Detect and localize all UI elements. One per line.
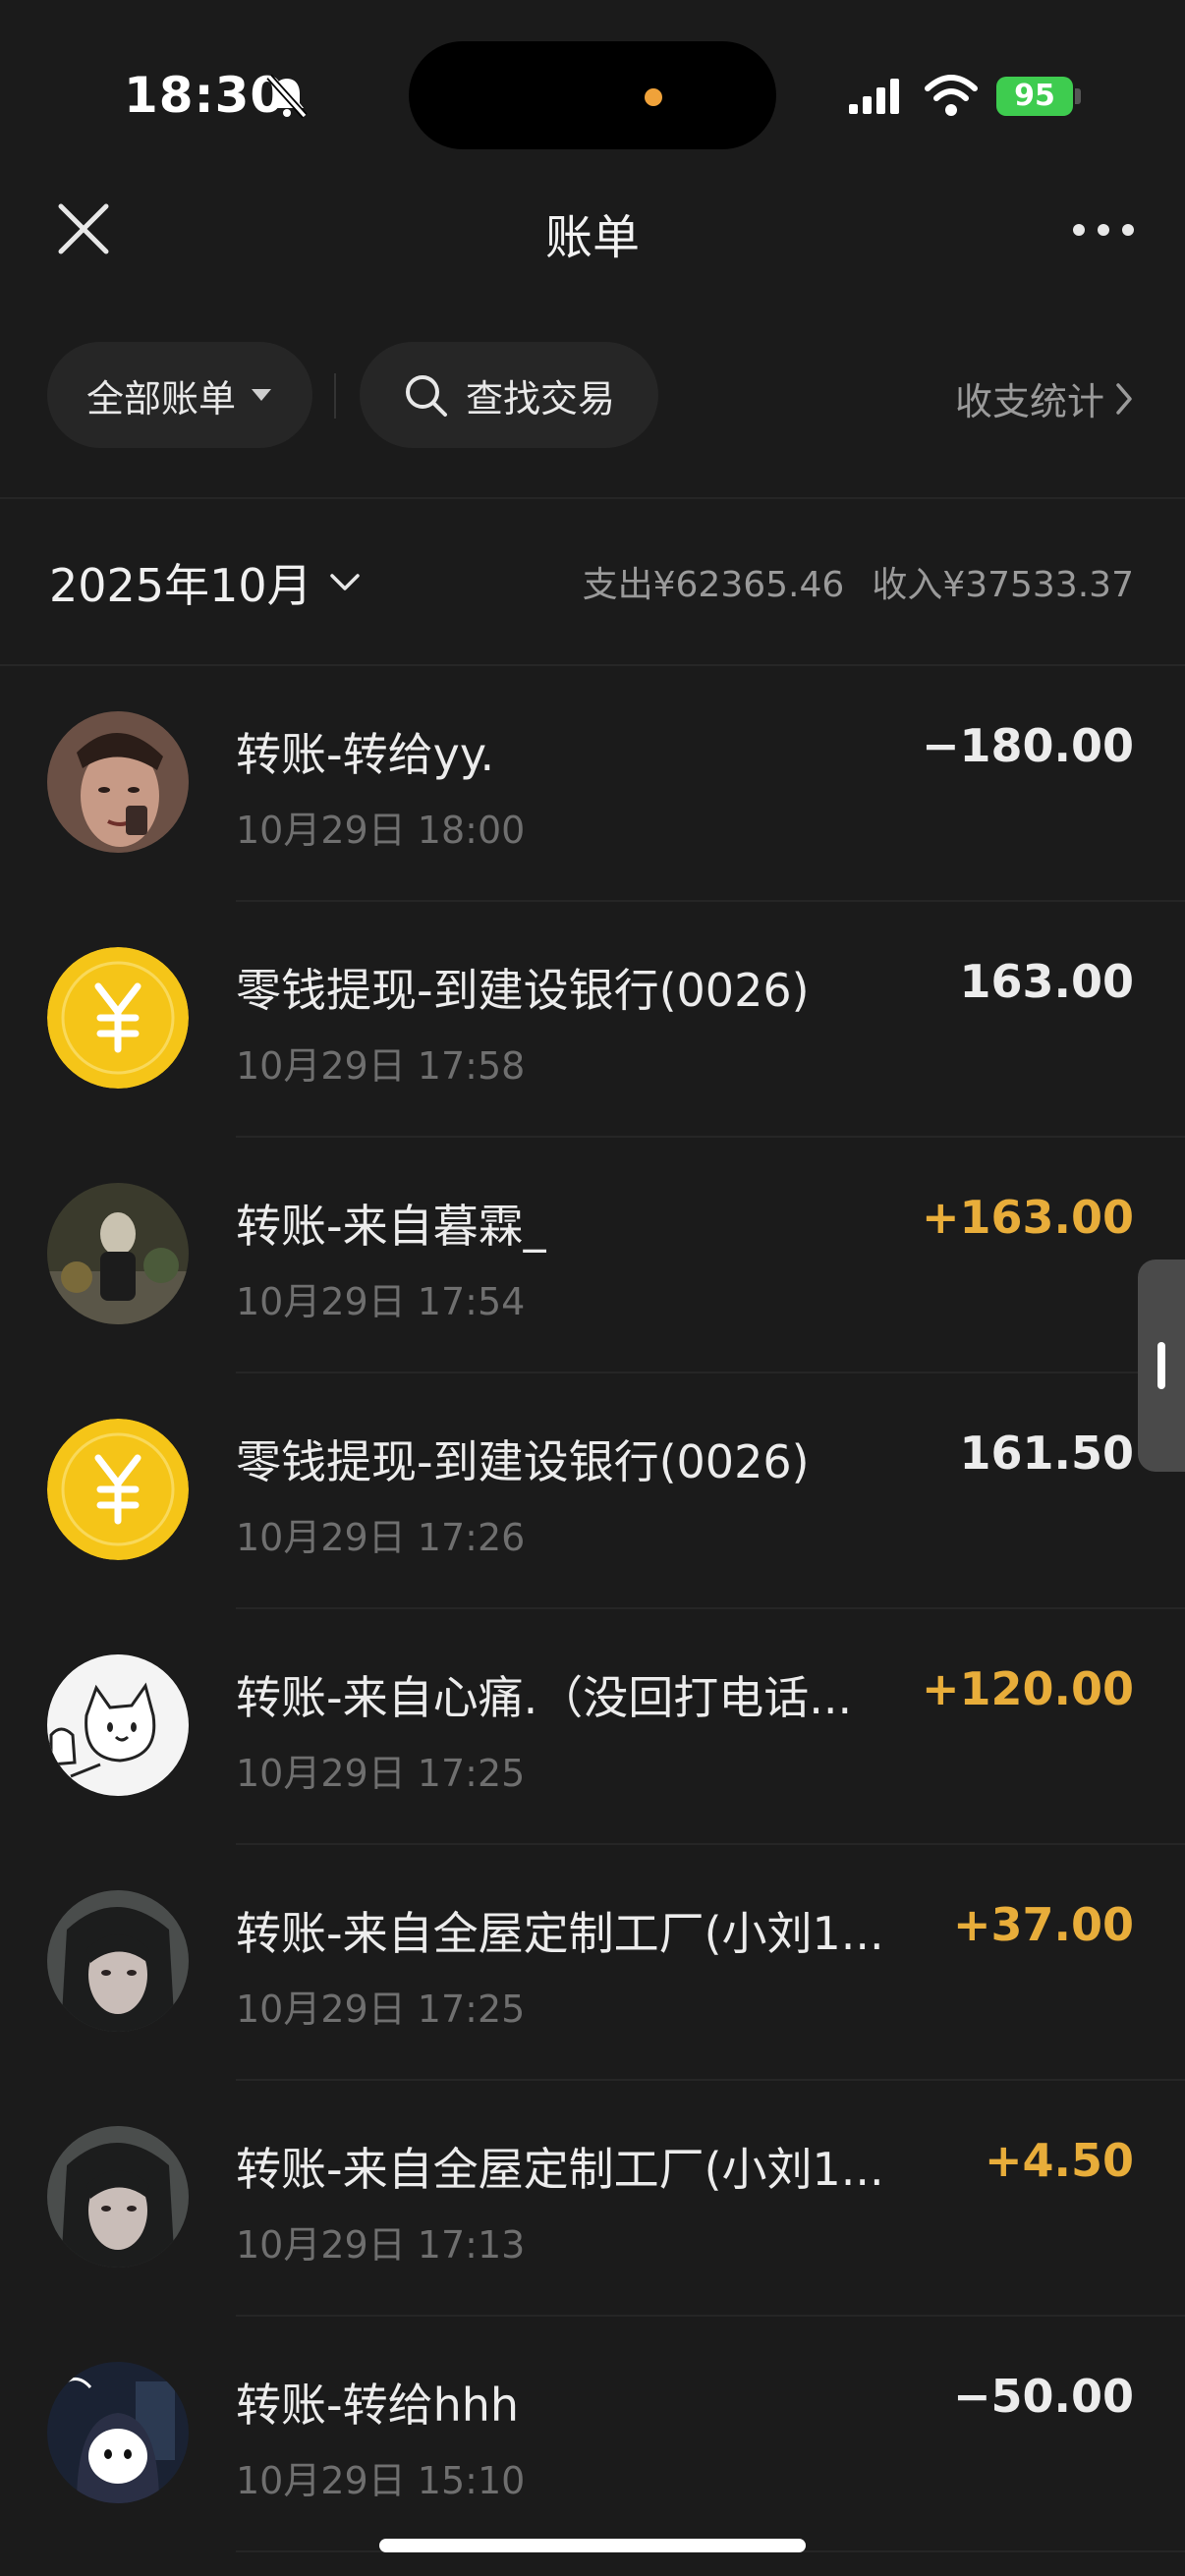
page-title: 账单 (544, 210, 640, 265)
month-expense-total: 支出¥62365.46 (582, 565, 845, 605)
more-options-icon[interactable] (1069, 220, 1138, 240)
filter-divider (334, 373, 336, 419)
transaction-row[interactable]: 转账-来自心痛.（没回打电话... 10月29日 17:25 +120.00 (0, 1609, 1185, 1845)
home-indicator[interactable] (379, 2539, 806, 2552)
bell-muted-icon (266, 74, 308, 119)
dynamic-island (409, 41, 776, 149)
transaction-date: 10月29日 17:25 (236, 1752, 526, 1795)
month-header: 2025年10月 支出¥62365.46 收入¥37533.37 (0, 499, 1185, 664)
transaction-title: 零钱提现-到建设银行(0026) (236, 1435, 810, 1488)
transaction-amount: +4.50 (984, 2134, 1134, 2187)
all-bills-label: 全部账单 (85, 376, 236, 420)
transaction-amount: +37.00 (952, 1898, 1134, 1951)
month-summary: 支出¥62365.46 收入¥37533.37 (583, 556, 1134, 607)
battery-nub (1075, 88, 1081, 104)
transaction-row[interactable]: 零钱提现-到建设银行(0026) 10月29日 17:58 163.00 (0, 902, 1185, 1138)
transaction-title: 转账-转给yy. (236, 728, 495, 781)
transaction-date: 10月29日 18:00 (236, 809, 526, 852)
mic-indicator-dot (645, 88, 662, 106)
floating-side-handle[interactable] (1138, 1260, 1185, 1472)
transaction-row[interactable]: 转账-转给hhh 10月29日 15:10 −50.00 (0, 2317, 1185, 2552)
transaction-amount: 161.50 (959, 1427, 1134, 1480)
transaction-row[interactable]: 转账-来自全屋定制工厂(小刘1... 10月29日 17:25 +37.00 (0, 1845, 1185, 2081)
yuan-coin-icon (47, 947, 189, 1089)
caret-down-icon (252, 389, 271, 401)
month-income-total: 收入¥37533.37 (872, 565, 1134, 605)
transaction-title: 转账-来自全屋定制工厂(小刘1... (236, 2143, 884, 2196)
month-label: 2025年10月 (49, 559, 312, 612)
transaction-row[interactable]: 零钱提现-到建设银行(0026) 10月29日 17:26 161.50 (0, 1373, 1185, 1609)
all-bills-filter-button[interactable]: 全部账单 (47, 342, 312, 448)
income-expense-stats-link[interactable]: 收支统计 (955, 371, 1134, 425)
transaction-date: 10月29日 17:13 (236, 2223, 526, 2267)
transaction-date: 10月29日 17:54 (236, 1280, 526, 1323)
transaction-amount: −180.00 (921, 719, 1134, 772)
photo-avatar (47, 711, 189, 853)
transaction-row[interactable]: 转账-来自暮霖_ 10月29日 17:54 +163.00 (0, 1138, 1185, 1373)
photo-avatar (47, 2126, 189, 2268)
stats-label: 收支统计 (954, 380, 1104, 423)
transaction-title: 转账-来自心痛.（没回打电话... (236, 1671, 853, 1724)
transaction-amount: 163.00 (959, 955, 1134, 1008)
transaction-title: 转账-转给hhh (236, 2379, 520, 2432)
side-handle-grip (1157, 1342, 1165, 1389)
wifi-icon (925, 75, 978, 116)
search-label: 查找交易 (465, 376, 615, 420)
transaction-row[interactable]: 转账-转给yy. 10月29日 18:00 −180.00 (0, 666, 1185, 902)
cartoon-avatar (47, 2362, 189, 2503)
transaction-amount: +163.00 (921, 1191, 1134, 1244)
status-time: 18:30 (124, 67, 286, 124)
yuan-coin-icon (47, 1419, 189, 1560)
status-bar: 18:30 95 (0, 0, 1185, 167)
cartoon-cat-avatar (47, 1654, 189, 1796)
photo-avatar (47, 1183, 189, 1324)
transaction-title: 零钱提现-到建设银行(0026) (236, 964, 810, 1017)
chevron-right-icon (1116, 382, 1132, 415)
photo-avatar (47, 1890, 189, 2032)
transaction-title: 转账-来自全屋定制工厂(小刘1... (236, 1907, 884, 1960)
transaction-date: 10月29日 17:58 (236, 1044, 526, 1088)
transaction-title: 转账-来自暮霖_ (236, 1200, 546, 1253)
cellular-signal-icon (849, 79, 899, 114)
transaction-amount: −50.00 (952, 2370, 1134, 2423)
search-transactions-button[interactable]: 查找交易 (360, 342, 658, 448)
filter-row: 全部账单 查找交易 收支统计 (0, 342, 1185, 450)
transaction-date: 10月29日 17:26 (236, 1516, 526, 1559)
search-icon (405, 375, 447, 417)
battery-indicator: 95 (996, 77, 1073, 116)
transaction-date: 10月29日 17:25 (236, 1988, 526, 2031)
chevron-down-icon (329, 574, 360, 590)
transaction-row[interactable]: 转账-来自全屋定制工厂(小刘1... 10月29日 17:13 +4.50 (0, 2081, 1185, 2317)
transaction-amount: +120.00 (921, 1662, 1134, 1715)
month-picker[interactable]: 2025年10月 (49, 550, 362, 615)
transaction-date: 10月29日 15:10 (236, 2459, 526, 2502)
bill-screen: 18:30 95 账单 全部账单 查找交易 收支统计 2025年10月 支出¥6… (0, 0, 1185, 2576)
